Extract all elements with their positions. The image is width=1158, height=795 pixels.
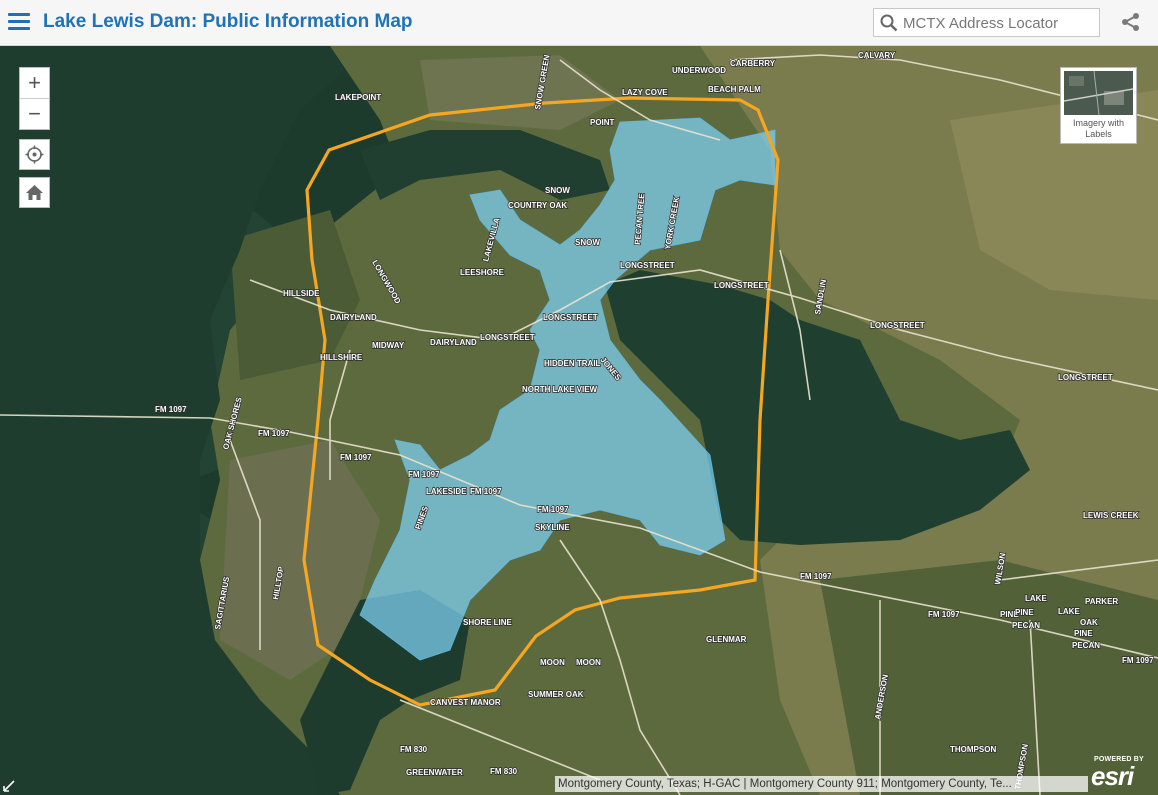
svg-text:SUMMER OAK: SUMMER OAK	[528, 690, 584, 699]
svg-text:FM 1097: FM 1097	[155, 405, 187, 414]
svg-text:MIDWAY: MIDWAY	[372, 341, 405, 350]
svg-text:SNOW: SNOW	[575, 238, 600, 247]
hamburger-menu-icon[interactable]	[8, 13, 30, 31]
locate-button[interactable]	[19, 139, 50, 170]
svg-text:DAIRYLAND: DAIRYLAND	[330, 313, 377, 322]
svg-text:MOON: MOON	[540, 658, 565, 667]
svg-text:FM 1097: FM 1097	[800, 572, 832, 581]
esri-brand-text: esri	[1091, 761, 1134, 791]
svg-text:BEACH PALM: BEACH PALM	[708, 85, 761, 94]
map-attribution: Montgomery County, Texas; H-GAC | Montgo…	[555, 776, 1088, 792]
svg-text:FM 1097: FM 1097	[537, 505, 569, 514]
svg-text:LEESHORE: LEESHORE	[460, 268, 505, 277]
svg-text:COUNTRY OAK: COUNTRY OAK	[508, 201, 567, 210]
svg-text:FM 830: FM 830	[490, 767, 518, 776]
svg-text:PECAN: PECAN	[1072, 641, 1100, 650]
esri-logo[interactable]: POWERED BY esri	[1088, 756, 1154, 792]
svg-text:SHORE LINE: SHORE LINE	[463, 618, 513, 627]
svg-text:CANVEST MANOR: CANVEST MANOR	[430, 698, 501, 707]
svg-text:GREENWATER: GREENWATER	[406, 768, 463, 777]
svg-text:SKYLINE: SKYLINE	[535, 523, 570, 532]
svg-text:FM 1097: FM 1097	[928, 610, 960, 619]
basemap-thumbnail	[1064, 71, 1133, 115]
svg-text:FM 1097: FM 1097	[408, 470, 440, 479]
basemap-label: Imagery with Labels	[1072, 118, 1125, 139]
svg-text:NORTH LAKE VIEW: NORTH LAKE VIEW	[522, 385, 598, 394]
zoom-out-button[interactable]: −	[20, 98, 49, 129]
share-icon[interactable]	[1121, 12, 1141, 32]
svg-text:GLENMAR: GLENMAR	[706, 635, 747, 644]
svg-text:LEWIS CREEK: LEWIS CREEK	[1083, 511, 1139, 520]
svg-text:PECAN: PECAN	[1012, 621, 1040, 630]
search-icon[interactable]	[880, 14, 898, 32]
svg-text:LONGSTREET: LONGSTREET	[714, 281, 769, 290]
imagery-basemap[interactable]: CALVARY UNDERWOOD CARBERRY LAZY COVE BEA…	[0, 46, 1158, 795]
svg-text:FM 1097: FM 1097	[1122, 656, 1154, 665]
svg-text:MOON: MOON	[576, 658, 601, 667]
svg-text:FM 1097: FM 1097	[470, 487, 502, 496]
svg-text:LAZY COVE: LAZY COVE	[622, 88, 668, 97]
crosshair-icon	[25, 145, 44, 164]
svg-text:HIDDEN TRAIL: HIDDEN TRAIL	[544, 359, 601, 368]
svg-text:LAKE: LAKE	[1058, 607, 1080, 616]
svg-text:OAK: OAK	[1080, 618, 1098, 627]
svg-text:PINE: PINE	[1074, 629, 1093, 638]
svg-text:CALVARY: CALVARY	[858, 51, 896, 60]
svg-text:LONGSTREET: LONGSTREET	[480, 333, 535, 342]
svg-text:PARKER: PARKER	[1085, 597, 1118, 606]
app-title: Lake Lewis Dam: Public Information Map	[43, 11, 413, 32]
svg-text:LAKEPOINT: LAKEPOINT	[335, 93, 381, 102]
map-view[interactable]: CALVARY UNDERWOOD CARBERRY LAZY COVE BEA…	[0, 46, 1158, 795]
svg-text:THOMPSON: THOMPSON	[950, 745, 996, 754]
svg-text:UNDERWOOD: UNDERWOOD	[672, 66, 726, 75]
svg-text:PINE: PINE	[1015, 608, 1034, 617]
svg-text:HILLSHIRE: HILLSHIRE	[320, 353, 363, 362]
svg-text:HILLSIDE: HILLSIDE	[283, 289, 320, 298]
svg-text:CARBERRY: CARBERRY	[730, 59, 776, 68]
address-search-box[interactable]	[873, 8, 1100, 37]
zoom-control: + −	[19, 67, 50, 130]
home-button[interactable]	[19, 177, 50, 208]
svg-text:LAKESIDE: LAKESIDE	[426, 487, 467, 496]
svg-text:FM 1097: FM 1097	[258, 429, 290, 438]
svg-text:LAKE: LAKE	[1025, 594, 1047, 603]
expand-icon[interactable]	[2, 779, 16, 793]
svg-text:LONGSTREET: LONGSTREET	[870, 321, 925, 330]
zoom-in-button[interactable]: +	[20, 68, 49, 98]
svg-text:POINT: POINT	[590, 118, 615, 127]
app-header: Lake Lewis Dam: Public Information Map	[0, 0, 1158, 46]
address-search-input[interactable]	[901, 12, 1095, 35]
svg-text:FM 830: FM 830	[400, 745, 428, 754]
home-icon	[26, 185, 43, 200]
svg-text:LONGSTREET: LONGSTREET	[620, 261, 675, 270]
basemap-toggle[interactable]: Imagery with Labels	[1060, 67, 1137, 144]
svg-text:SNOW: SNOW	[545, 186, 570, 195]
svg-text:FM 1097: FM 1097	[340, 453, 372, 462]
svg-text:LONGSTREET: LONGSTREET	[1058, 373, 1113, 382]
svg-text:DAIRYLAND: DAIRYLAND	[430, 338, 477, 347]
svg-text:LONGSTREET: LONGSTREET	[543, 313, 598, 322]
